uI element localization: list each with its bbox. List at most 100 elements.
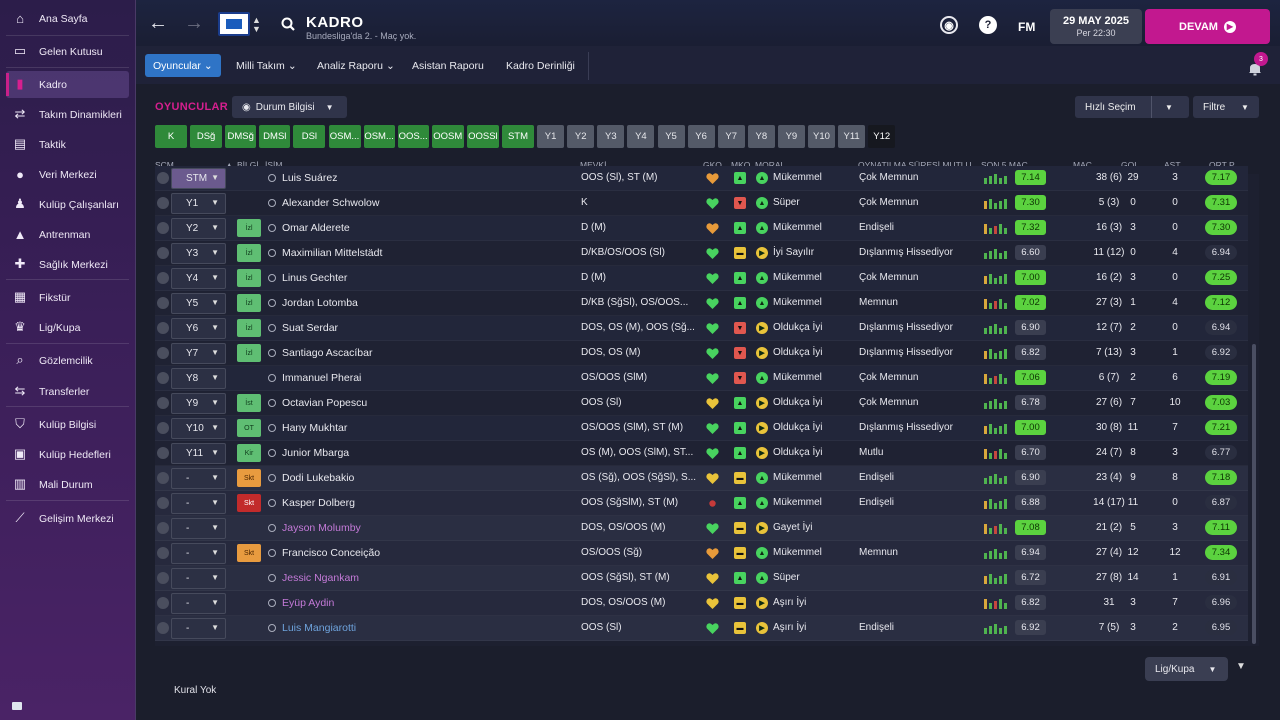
select-checkbox[interactable]: [157, 247, 169, 259]
filter-button[interactable]: Filtre ▼: [1193, 96, 1259, 118]
player-name[interactable]: Jordan Lotomba: [282, 297, 358, 309]
tab-3[interactable]: Asistan Raporu: [404, 54, 492, 77]
position-chip-11[interactable]: Y1: [537, 125, 565, 148]
sidebar-item-6[interactable]: ♟ Kulüp Çalışanları: [6, 191, 129, 218]
slot-dropdown[interactable]: - ▼: [171, 518, 226, 539]
player-name[interactable]: Octavian Popescu: [282, 397, 367, 409]
sidebar-item-9[interactable]: ▦ Fikstür: [6, 284, 129, 311]
tab-0[interactable]: Oyuncular ⌄: [145, 54, 221, 77]
sidebar-item-15[interactable]: ▥ Mali Durum: [6, 471, 129, 498]
slot-dropdown[interactable]: Y10 ▼: [171, 418, 226, 439]
notification-bell-icon[interactable]: 3: [1246, 52, 1270, 78]
table-row[interactable]: Y7 ▼ İzl Santiago Ascacíbar DOS, OS (M) ▼ ▶ Old…: [155, 341, 1248, 366]
player-name[interactable]: Eyüp Aydin: [282, 597, 334, 609]
slot-dropdown[interactable]: Y7 ▼: [171, 343, 226, 364]
slot-dropdown[interactable]: STM ▼: [171, 168, 226, 189]
position-chip-15[interactable]: Y5: [657, 125, 685, 148]
player-name[interactable]: Jayson Molumby: [282, 522, 361, 534]
select-checkbox[interactable]: [157, 547, 169, 559]
select-checkbox[interactable]: [157, 472, 169, 484]
table-row[interactable]: Y2 ▼ İzl Omar Alderete D (M) ▲ ▲ Mükemmel Endişe…: [155, 216, 1248, 241]
player-name[interactable]: Dodi Lukebakio: [282, 472, 354, 484]
club-switch-icon[interactable]: ▲ ▼: [252, 16, 261, 34]
select-checkbox[interactable]: [157, 222, 169, 234]
table-row[interactable]: - ▼ Skt Dodi Lukebakio OS (Sğ), OOS (SğSl), …: [155, 466, 1248, 491]
position-chip-6[interactable]: OSM...: [363, 125, 395, 148]
sidebar-item-10[interactable]: ♛ Lig/Kupa: [6, 314, 129, 341]
position-chip-17[interactable]: Y7: [717, 125, 745, 148]
tab-1[interactable]: Milli Takım ⌄: [228, 54, 305, 77]
position-chip-19[interactable]: Y9: [777, 125, 805, 148]
player-name[interactable]: Linus Gechter: [282, 272, 347, 284]
select-checkbox[interactable]: [157, 522, 169, 534]
tab-4[interactable]: Kadro Derinliği: [498, 54, 583, 77]
club-logo[interactable]: [218, 12, 250, 36]
position-chip-18[interactable]: Y8: [747, 125, 775, 148]
slot-dropdown[interactable]: - ▼: [171, 568, 226, 589]
position-chip-8[interactable]: OOSM: [431, 125, 464, 148]
status-badge[interactable]: İzl: [237, 294, 261, 312]
position-chip-7[interactable]: OOS...: [397, 125, 429, 148]
select-checkbox[interactable]: [157, 447, 169, 459]
select-checkbox[interactable]: [157, 297, 169, 309]
table-row[interactable]: - ▼ Luis Mangiarotti OOS (Sl) ▬ ▶ Aşırı İyi End…: [155, 616, 1248, 641]
sidebar-item-14[interactable]: ▣ Kulüp Hedefleri: [6, 441, 129, 468]
competition-dropdown[interactable]: Lig/Kupa ▼: [1145, 657, 1228, 681]
table-scrollbar[interactable]: [1252, 344, 1256, 644]
table-row[interactable]: Y11 ▼ Kir Junior Mbarga OS (M), OOS (SlM), S…: [155, 441, 1248, 466]
back-arrow-icon[interactable]: ←: [148, 12, 168, 35]
status-badge[interactable]: İzl: [237, 319, 261, 337]
slot-dropdown[interactable]: Y11 ▼: [171, 443, 226, 464]
player-name[interactable]: Alexander Schwolow: [282, 197, 379, 209]
select-checkbox[interactable]: [157, 622, 169, 634]
player-name[interactable]: Luis Mangiarotti: [282, 622, 356, 634]
status-badge[interactable]: İzl: [237, 344, 261, 362]
slot-dropdown[interactable]: Y6 ▼: [171, 318, 226, 339]
date-box[interactable]: 29 MAY 2025 Per 22:30: [1050, 9, 1142, 44]
table-row[interactable]: - ▼ Skt Kasper Dolberg OOS (SğSlM), ST (M) ▲ ▲…: [155, 491, 1248, 516]
status-badge[interactable]: Skt: [237, 544, 261, 562]
status-badge[interactable]: İzl: [237, 269, 261, 287]
status-badge[interactable]: Skt: [237, 494, 261, 512]
select-checkbox[interactable]: [157, 372, 169, 384]
player-name[interactable]: Junior Mbarga: [282, 447, 349, 459]
player-name[interactable]: Luis Suárez: [282, 172, 337, 184]
quick-select-button[interactable]: Hızlı Seçim ▼: [1075, 96, 1189, 118]
sidebar-item-1[interactable]: ▭ Gelen Kutusu: [6, 38, 129, 65]
sidebar-item-7[interactable]: ▲ Antrenman: [6, 221, 129, 248]
player-name[interactable]: Suat Serdar: [282, 322, 338, 334]
search-icon[interactable]: [281, 17, 295, 31]
position-chip-0[interactable]: K: [155, 125, 187, 148]
table-row[interactable]: Y3 ▼ İzl Maximilian Mittelstädt D/KB/OS/OOS …: [155, 241, 1248, 266]
slot-dropdown[interactable]: Y8 ▼: [171, 368, 226, 389]
table-row[interactable]: - ▼ Jayson Molumby DOS, OS/OOS (M) ▬ ▶ Gayet İ…: [155, 516, 1248, 541]
table-row[interactable]: - ▼ Jessic Ngankam OOS (SğSl), ST (M) ▲ ▲ Süpe…: [155, 566, 1248, 591]
select-checkbox[interactable]: [157, 397, 169, 409]
slot-dropdown[interactable]: Y9 ▼: [171, 393, 226, 414]
player-name[interactable]: Kasper Dolberg: [282, 497, 355, 509]
player-name[interactable]: Francisco Conceição: [282, 547, 380, 559]
player-name[interactable]: Immanuel Pherai: [282, 372, 361, 384]
slot-dropdown[interactable]: - ▼: [171, 543, 226, 564]
select-checkbox[interactable]: [157, 347, 169, 359]
select-checkbox[interactable]: [157, 197, 169, 209]
forward-arrow-icon[interactable]: →: [184, 12, 204, 35]
select-checkbox[interactable]: [157, 572, 169, 584]
sidebar-item-4[interactable]: ▤ Taktik: [6, 131, 129, 158]
ball-icon[interactable]: ◉: [940, 16, 958, 34]
select-checkbox[interactable]: [157, 172, 169, 184]
player-name[interactable]: Hany Mukhtar: [282, 422, 347, 434]
table-row[interactable]: - ▼ Eyüp Aydin DOS, OS/OOS (M) ▬ ▶ Aşırı İyi 6.…: [155, 591, 1248, 616]
slot-dropdown[interactable]: - ▼: [171, 593, 226, 614]
position-chip-14[interactable]: Y4: [627, 125, 655, 148]
status-badge[interactable]: Kir: [237, 444, 261, 462]
sidebar-item-12[interactable]: ⇆ Transferler: [6, 378, 129, 405]
status-badge[interactable]: İzl: [237, 219, 261, 237]
position-chip-1[interactable]: DSğ: [190, 125, 223, 148]
player-name[interactable]: Maximilian Mittelstädt: [282, 247, 382, 259]
position-chip-21[interactable]: Y11: [838, 125, 866, 148]
slot-dropdown[interactable]: Y3 ▼: [171, 243, 226, 264]
sidebar-item-5[interactable]: ● Veri Merkezi: [6, 161, 129, 188]
status-badge[interactable]: İst: [237, 394, 261, 412]
tab-2[interactable]: Analiz Raporu ⌄: [309, 54, 403, 77]
